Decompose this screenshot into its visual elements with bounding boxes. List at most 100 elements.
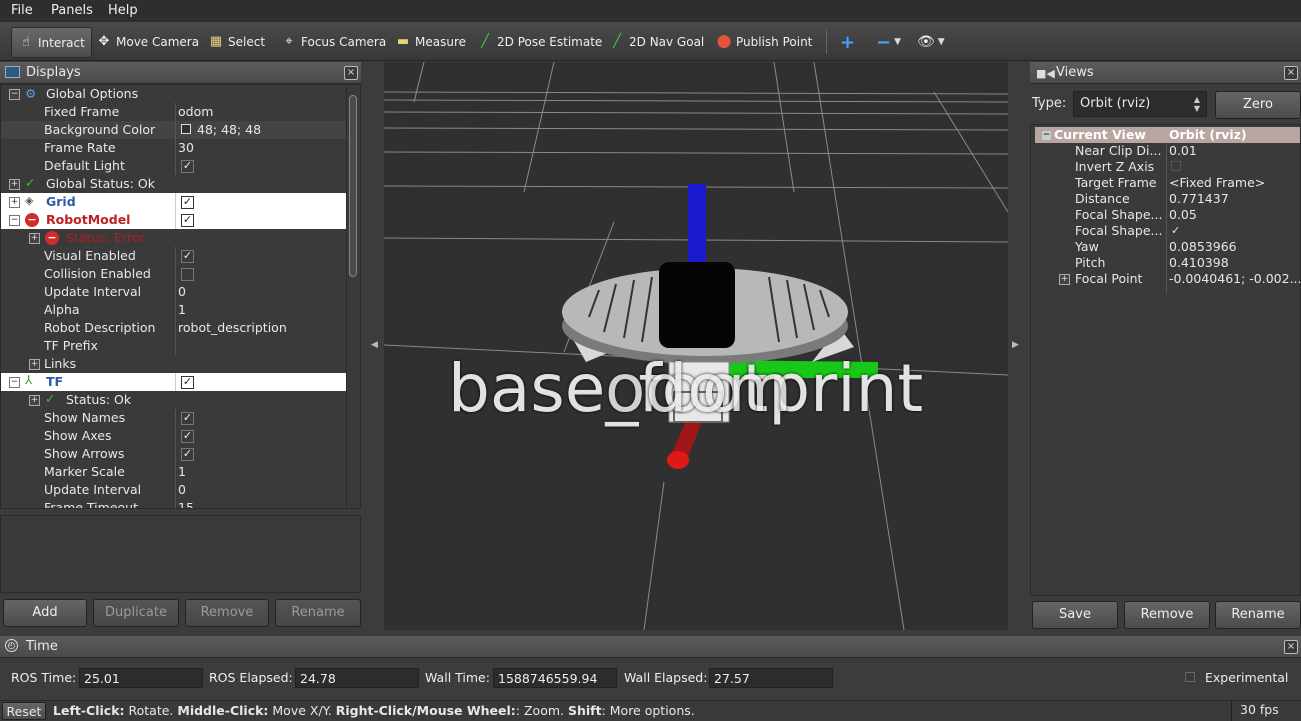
save-view-button[interactable]: Save [1032, 601, 1118, 629]
add-tool-plus-icon[interactable]: + [840, 30, 855, 54]
displays-scrollbar[interactable] [346, 85, 359, 508]
expand-icon[interactable]: + [9, 179, 20, 190]
tree-row-tf-prefix[interactable]: TF Prefix [1, 337, 348, 355]
tree-row-links[interactable]: + Links [1, 355, 348, 373]
view-row-focal-shape-fixed[interactable]: Focal Shape... ✓ [1053, 223, 1301, 239]
expand-icon[interactable]: + [9, 197, 20, 208]
view-type-select[interactable]: Orbit (rviz) ▲ ▼ [1073, 91, 1207, 117]
ros-elapsed-field[interactable]: 24.78 [295, 668, 419, 688]
scrollbar-thumb[interactable] [349, 95, 357, 277]
rename-view-button[interactable]: Rename [1215, 601, 1301, 629]
view-row-near-clip[interactable]: Near Clip Di... 0.01 [1053, 143, 1301, 159]
show-axes-checkbox[interactable]: ✓ [181, 430, 194, 443]
tree-row-tf-status[interactable]: + ✓ Status: Ok [1, 391, 348, 409]
tree-row-show-arrows[interactable]: Show Arrows ✓ [1, 445, 348, 463]
tree-row-tf[interactable]: − ⅄ TF ✓ [1, 373, 348, 391]
expand-icon[interactable]: + [1059, 274, 1070, 285]
add-display-button[interactable]: Add [3, 599, 87, 627]
robot-description-value[interactable]: robot_description [178, 320, 287, 335]
focus-camera-tool-button[interactable]: ⌖ Focus Camera [281, 30, 386, 54]
move-camera-tool-button[interactable]: ✥ Move Camera [96, 30, 200, 54]
remove-display-button[interactable]: Remove [185, 599, 269, 627]
tree-row-show-axes[interactable]: Show Axes ✓ [1, 427, 348, 445]
reset-button[interactable]: Reset [2, 702, 46, 720]
marker-scale-value[interactable]: 1 [178, 464, 186, 479]
view-row-distance[interactable]: Distance 0.771437 [1053, 191, 1301, 207]
tree-row-grid[interactable]: + ◈ Grid ✓ [1, 193, 348, 211]
collapse-right-arrow-icon[interactable]: ▶ [1012, 340, 1019, 350]
show-arrows-checkbox[interactable]: ✓ [181, 448, 194, 461]
interact-tool-button[interactable]: ☝ Interact [11, 27, 92, 58]
tree-row-global-status[interactable]: + ✓ Global Status: Ok [1, 175, 348, 193]
tf-enabled-checkbox[interactable]: ✓ [181, 376, 194, 389]
expand-icon[interactable]: + [29, 359, 40, 370]
visual-enabled-checkbox[interactable]: ✓ [181, 250, 194, 263]
tree-row-visual-enabled[interactable]: Visual Enabled ✓ [1, 247, 348, 265]
collapse-icon[interactable]: − [9, 377, 20, 388]
view-row-pitch[interactable]: Pitch 0.410398 [1053, 255, 1301, 271]
experimental-checkbox[interactable] [1185, 672, 1195, 682]
tree-row-update-interval[interactable]: Update Interval 0 [1, 283, 348, 301]
robot-model-enabled-checkbox[interactable]: ✓ [181, 214, 194, 227]
fixed-frame-value[interactable]: odom [178, 104, 213, 119]
tree-row-tf-update-interval[interactable]: Update Interval 0 [1, 481, 348, 499]
render-viewport[interactable]: base_footprint odom [384, 62, 1008, 630]
color-swatch[interactable] [181, 124, 191, 134]
tree-row-robot-model-status[interactable]: + − Status: Error [1, 229, 348, 247]
tree-row-collision-enabled[interactable]: Collision Enabled [1, 265, 348, 283]
collapse-icon[interactable]: − [9, 89, 20, 100]
ros-time-field[interactable]: 25.01 [79, 668, 203, 688]
view-row-invert-z[interactable]: Invert Z Axis [1053, 159, 1301, 175]
wall-elapsed-field[interactable]: 27.57 [709, 668, 833, 688]
invert-z-checkbox[interactable] [1171, 161, 1181, 171]
alpha-value[interactable]: 1 [178, 302, 186, 317]
view-row-focal-shape-size[interactable]: Focal Shape... 0.05 [1053, 207, 1301, 223]
close-icon[interactable]: × [1284, 640, 1298, 654]
tree-row-robot-description[interactable]: Robot Description robot_description [1, 319, 348, 337]
collapse-icon[interactable]: − [1041, 130, 1052, 141]
zero-view-button[interactable]: Zero [1215, 91, 1301, 119]
focal-shape-checkbox[interactable]: ✓ [1171, 224, 1180, 237]
close-icon[interactable]: × [1284, 66, 1298, 80]
tree-row-global-options[interactable]: − ⚙ Global Options [1, 85, 348, 103]
expand-icon[interactable]: + [29, 233, 40, 244]
menu-file[interactable]: File [11, 3, 33, 18]
tree-row-frame-timeout[interactable]: Frame Timeout 15 [1, 499, 348, 508]
duplicate-display-button[interactable]: Duplicate [93, 599, 179, 627]
tree-row-default-light[interactable]: Default Light ✓ [1, 157, 348, 175]
update-interval-value[interactable]: 0 [178, 284, 186, 299]
menu-panels[interactable]: Panels [51, 3, 93, 18]
current-view-header-row[interactable]: − Current View Orbit (rviz) [1035, 127, 1300, 143]
rename-display-button[interactable]: Rename [275, 599, 361, 627]
close-icon[interactable]: × [344, 66, 358, 80]
menu-help[interactable]: Help [108, 3, 138, 18]
frame-rate-value[interactable]: 30 [178, 140, 194, 155]
remove-view-button[interactable]: Remove [1124, 601, 1210, 629]
frame-timeout-value[interactable]: 15 [178, 500, 194, 508]
select-tool-button[interactable]: ▦ Select [208, 30, 265, 54]
wall-time-field[interactable]: 1588746559.94 [493, 668, 617, 688]
eye-visibility-icon[interactable]: 👁 ▼ [917, 30, 945, 54]
tree-row-robot-model[interactable]: − − RobotModel ✓ [1, 211, 348, 229]
view-row-target-frame[interactable]: Target Frame <Fixed Frame> [1053, 175, 1301, 191]
view-row-yaw[interactable]: Yaw 0.0853966 [1053, 239, 1301, 255]
publish-point-tool-button[interactable]: ⬤ Publish Point [716, 30, 813, 54]
collision-enabled-checkbox[interactable] [181, 268, 194, 281]
tree-row-marker-scale[interactable]: Marker Scale 1 [1, 463, 348, 481]
tree-row-show-names[interactable]: Show Names ✓ [1, 409, 348, 427]
nav-goal-tool-button[interactable]: ╱ 2D Nav Goal [609, 30, 704, 54]
remove-tool-minus-icon[interactable]: − ▼ [876, 30, 901, 54]
tree-row-background-color[interactable]: Background Color 48; 48; 48 [1, 121, 348, 139]
pose-estimate-tool-button[interactable]: ╱ 2D Pose Estimate [477, 30, 602, 54]
view-row-focal-point[interactable]: + Focal Point -0.0040461; -0.002... [1053, 271, 1301, 287]
measure-tool-button[interactable]: ▬ Measure [395, 30, 466, 54]
tf-update-interval-value[interactable]: 0 [178, 482, 186, 497]
collapse-left-arrow-icon[interactable]: ◀ [371, 340, 378, 350]
background-color-value[interactable]: 48; 48; 48 [197, 122, 261, 137]
grid-enabled-checkbox[interactable]: ✓ [181, 196, 194, 209]
tree-row-alpha[interactable]: Alpha 1 [1, 301, 348, 319]
collapse-icon[interactable]: − [9, 215, 20, 226]
expand-icon[interactable]: + [29, 395, 40, 406]
show-names-checkbox[interactable]: ✓ [181, 412, 194, 425]
tree-row-frame-rate[interactable]: Frame Rate 30 [1, 139, 348, 157]
